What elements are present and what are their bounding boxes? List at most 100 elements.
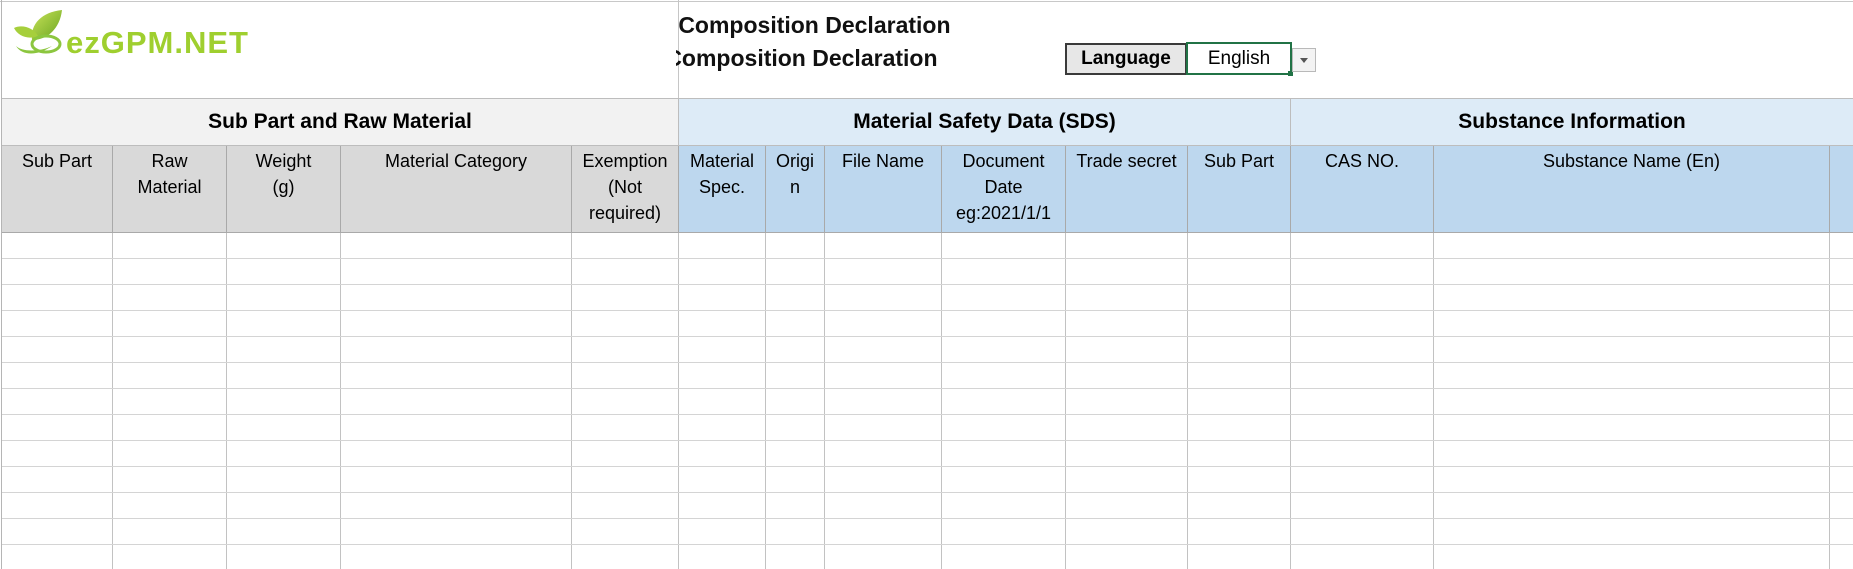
table-cell[interactable] xyxy=(1291,519,1434,544)
table-cell[interactable] xyxy=(766,311,825,336)
table-cell[interactable] xyxy=(113,415,227,440)
table-cell[interactable] xyxy=(1188,545,1291,569)
table-cell[interactable] xyxy=(1434,415,1830,440)
col-header-next[interactable] xyxy=(1830,146,1853,233)
col-header-material-spec[interactable]: Material Spec. xyxy=(679,146,766,233)
table-cell[interactable] xyxy=(942,233,1066,258)
table-cell[interactable] xyxy=(942,545,1066,569)
table-cell[interactable] xyxy=(227,363,341,388)
table-cell[interactable] xyxy=(1434,545,1830,569)
table-cell[interactable] xyxy=(572,441,679,466)
table-cell[interactable] xyxy=(341,467,572,492)
table-cell[interactable] xyxy=(2,363,113,388)
col-header-origin[interactable]: Origi n xyxy=(766,146,825,233)
table-cell[interactable] xyxy=(227,233,341,258)
table-cell[interactable] xyxy=(1291,363,1434,388)
table-cell[interactable] xyxy=(113,467,227,492)
table-cell[interactable] xyxy=(572,259,679,284)
table-cell[interactable] xyxy=(1291,415,1434,440)
table-cell[interactable] xyxy=(2,519,113,544)
table-cell[interactable] xyxy=(1434,259,1830,284)
table-cell[interactable] xyxy=(2,389,113,414)
table-cell[interactable] xyxy=(766,415,825,440)
table-cell[interactable] xyxy=(2,545,113,569)
col-header-file-name[interactable]: File Name xyxy=(825,146,942,233)
table-cell[interactable] xyxy=(1188,285,1291,310)
col-header-document-date[interactable]: Document Date eg:2021/1/1 xyxy=(942,146,1066,233)
table-cell[interactable] xyxy=(1291,493,1434,518)
table-cell[interactable] xyxy=(1291,259,1434,284)
table-cell[interactable] xyxy=(2,337,113,362)
table-cell[interactable] xyxy=(766,519,825,544)
table-cell[interactable] xyxy=(1830,519,1853,544)
table-cell[interactable] xyxy=(227,311,341,336)
table-cell[interactable] xyxy=(1066,545,1188,569)
table-cell[interactable] xyxy=(825,493,942,518)
table-cell[interactable] xyxy=(679,259,766,284)
col-header-cas-no[interactable]: CAS NO. xyxy=(1291,146,1434,233)
table-cell[interactable] xyxy=(942,467,1066,492)
table-cell[interactable] xyxy=(2,415,113,440)
table-cell[interactable] xyxy=(1066,259,1188,284)
table-cell[interactable] xyxy=(1291,337,1434,362)
table-cell[interactable] xyxy=(679,389,766,414)
section-substance-information[interactable]: Substance Information xyxy=(1291,98,1853,146)
table-cell[interactable] xyxy=(679,415,766,440)
table-cell[interactable] xyxy=(1434,389,1830,414)
table-cell[interactable] xyxy=(1188,259,1291,284)
table-cell[interactable] xyxy=(825,467,942,492)
table-cell[interactable] xyxy=(113,545,227,569)
table-cell[interactable] xyxy=(679,363,766,388)
table-cell[interactable] xyxy=(227,389,341,414)
table-cell[interactable] xyxy=(766,337,825,362)
table-cell[interactable] xyxy=(1066,233,1188,258)
table-cell[interactable] xyxy=(113,337,227,362)
table-cell[interactable] xyxy=(113,233,227,258)
table-cell[interactable] xyxy=(766,233,825,258)
table-cell[interactable] xyxy=(1830,389,1853,414)
section-sub-part-raw-material[interactable]: Sub Part and Raw Material xyxy=(2,98,679,146)
col-header-exemption[interactable]: Exemption (Not required) xyxy=(572,146,679,233)
table-cell[interactable] xyxy=(766,545,825,569)
table-cell[interactable] xyxy=(1291,311,1434,336)
table-cell[interactable] xyxy=(766,259,825,284)
table-cell[interactable] xyxy=(113,519,227,544)
table-cell[interactable] xyxy=(227,467,341,492)
table-cell[interactable] xyxy=(825,519,942,544)
table-cell[interactable] xyxy=(227,441,341,466)
table-cell[interactable] xyxy=(1434,311,1830,336)
table-cell[interactable] xyxy=(227,493,341,518)
table-cell[interactable] xyxy=(341,389,572,414)
section-material-safety-data[interactable]: Material Safety Data (SDS) xyxy=(679,98,1291,146)
table-cell[interactable] xyxy=(341,259,572,284)
table-cell[interactable] xyxy=(2,285,113,310)
table-cell[interactable] xyxy=(227,545,341,569)
table-cell[interactable] xyxy=(1830,259,1853,284)
table-cell[interactable] xyxy=(227,337,341,362)
table-cell[interactable] xyxy=(1188,311,1291,336)
table-cell[interactable] xyxy=(1434,337,1830,362)
table-cell[interactable] xyxy=(1291,389,1434,414)
table-cell[interactable] xyxy=(113,285,227,310)
table-cell[interactable] xyxy=(679,441,766,466)
table-cell[interactable] xyxy=(572,545,679,569)
table-cell[interactable] xyxy=(942,337,1066,362)
table-cell[interactable] xyxy=(1830,285,1853,310)
table-cell[interactable] xyxy=(766,441,825,466)
col-header-trade-secret[interactable]: Trade secret xyxy=(1066,146,1188,233)
table-cell[interactable] xyxy=(2,467,113,492)
table-cell[interactable] xyxy=(942,519,1066,544)
table-cell[interactable] xyxy=(679,545,766,569)
table-cell[interactable] xyxy=(1188,519,1291,544)
table-cell[interactable] xyxy=(227,285,341,310)
table-cell[interactable] xyxy=(942,363,1066,388)
table-cell[interactable] xyxy=(1434,363,1830,388)
table-cell[interactable] xyxy=(1188,337,1291,362)
table-cell[interactable] xyxy=(766,493,825,518)
table-cell[interactable] xyxy=(113,311,227,336)
table-cell[interactable] xyxy=(572,467,679,492)
col-header-sub-part[interactable]: Sub Part xyxy=(2,146,113,233)
table-cell[interactable] xyxy=(1066,441,1188,466)
table-cell[interactable] xyxy=(825,415,942,440)
table-cell[interactable] xyxy=(679,285,766,310)
